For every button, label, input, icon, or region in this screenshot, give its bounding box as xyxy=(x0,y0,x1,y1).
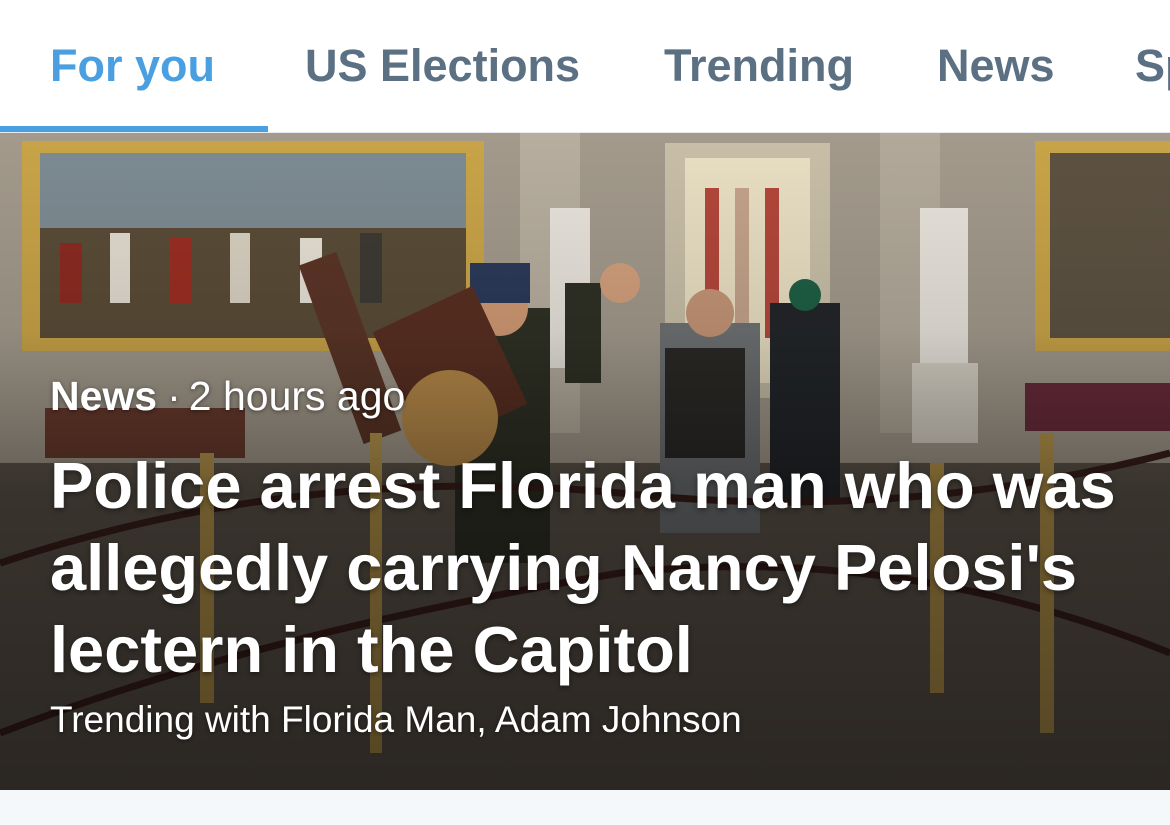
tab-for-you[interactable]: For you xyxy=(50,40,215,92)
tab-trending[interactable]: Trending xyxy=(664,40,854,92)
hero-trending-with: Trending with Florida Man, Adam Johnson xyxy=(50,699,742,740)
meta-separator: · xyxy=(167,373,181,419)
hero-time-ago: 2 hours ago xyxy=(188,373,406,419)
hero-meta: News · 2 hours ago xyxy=(50,373,405,420)
section-divider xyxy=(0,790,1170,825)
trending-hero-card[interactable]: News · 2 hours ago Police arrest Florida m… xyxy=(0,133,1170,790)
tab-sports-partial[interactable]: Sp xyxy=(1135,40,1170,92)
active-tab-indicator xyxy=(0,126,268,132)
tab-us-elections[interactable]: US Elections xyxy=(305,40,580,92)
hero-category: News xyxy=(50,373,158,419)
tab-news[interactable]: News xyxy=(937,40,1055,92)
explore-tab-bar: For you US Elections Trending News Sp xyxy=(0,0,1170,133)
hero-headline: Police arrest Florida man who was allege… xyxy=(50,449,1116,686)
